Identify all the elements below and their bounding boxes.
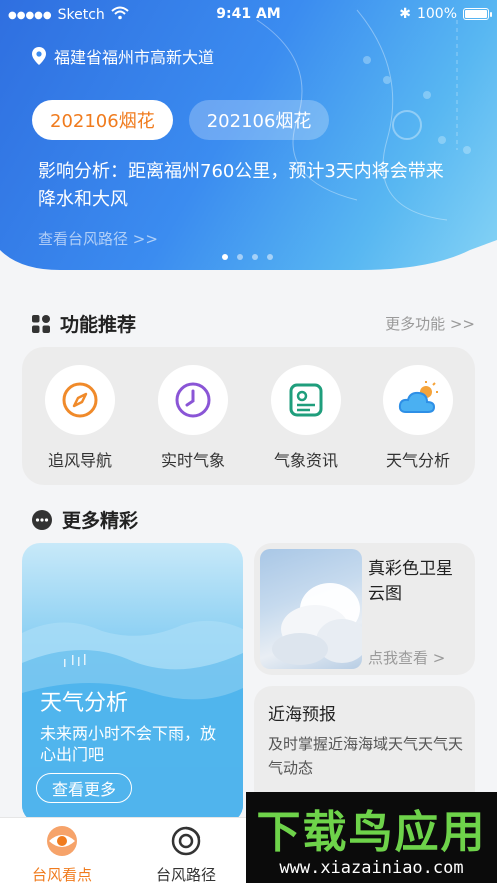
typhoon-tabs: 202106烟花 202106烟花: [32, 100, 330, 140]
feature-realtime-weather[interactable]: 实时气象: [137, 365, 249, 471]
watermark-brand: 下载鸟应用: [256, 807, 487, 858]
sea-card-desc: 及时掌握近海海域天气天气天气动态: [268, 735, 464, 777]
clock-icon: [175, 382, 211, 418]
battery-icon: [463, 8, 492, 20]
feature-icon-wrap: [45, 365, 115, 435]
typhoon-icon: [171, 826, 201, 856]
nav-label: 台风路径: [155, 866, 216, 883]
feature-label: 追风导航: [47, 451, 112, 470]
highlights-title: 更多精彩: [62, 510, 139, 532]
location-pin-icon: [32, 47, 46, 65]
feature-label: 天气分析: [385, 451, 450, 470]
weather-card-title: 天气分析: [40, 691, 129, 716]
news-icon: [289, 383, 323, 417]
bluetooth-icon: ✱: [399, 6, 411, 22]
satellite-cloud-card[interactable]: 真彩色卫星云图 点我查看 >: [254, 543, 475, 675]
tab-typhoon-active[interactable]: 202106烟花: [32, 100, 173, 140]
features-section-title: 功能推荐: [32, 310, 136, 337]
nav-typhoon-route[interactable]: 台风路径: [126, 824, 246, 883]
view-more-button[interactable]: 查看更多: [36, 773, 132, 803]
battery-percent: 100%: [416, 6, 457, 22]
location-text: 福建省福州市高新大道: [54, 48, 215, 67]
impact-analysis-text: 影响分析：距离福州760公里，预计3天内将会带来降水和大风: [38, 161, 444, 210]
weather-card-desc: 未来两小时不会下雨，放心出门吧: [40, 724, 217, 764]
weather-analysis-card[interactable]: 天气分析 未来两小时不会下雨，放心出门吧 查看更多: [22, 543, 243, 823]
watermark-logo: 下载鸟应用 www.xiazainiao.com: [246, 792, 497, 883]
compass-icon: [62, 382, 98, 418]
feature-weather-analysis[interactable]: 天气分析: [362, 365, 474, 471]
carousel-dot[interactable]: [237, 254, 243, 260]
sea-card-title: 近海预报: [268, 705, 336, 725]
feature-weather-news[interactable]: 气象资讯: [250, 365, 362, 471]
carousel-dot[interactable]: [222, 254, 228, 260]
feature-icon-wrap: [158, 365, 228, 435]
carousel-dot[interactable]: [252, 254, 258, 260]
highlights-section-title: 更多精彩: [32, 506, 138, 533]
feature-icon-wrap: [271, 365, 341, 435]
more-features-link[interactable]: 更多功能 >>: [385, 313, 475, 334]
features-title: 功能推荐: [60, 314, 137, 336]
more-dots-icon: [32, 509, 52, 530]
features-card: 追风导航 实时气象 气象资讯 天气分析: [22, 347, 475, 485]
feature-icon-wrap: [383, 365, 453, 435]
nav-typhoon-highlights[interactable]: 台风看点: [2, 824, 122, 883]
eye-icon: [47, 826, 77, 856]
sun-cloud-icon: [398, 381, 438, 413]
feature-chase-wind[interactable]: 追风导航: [24, 365, 136, 471]
nav-label: 台风看点: [31, 866, 92, 883]
location-row[interactable]: 福建省福州市高新大道: [32, 44, 214, 68]
status-bar: ●●●●● Sketch 9:41 AM ✱ 100%: [0, 6, 497, 28]
grid-icon: [32, 314, 50, 333]
cloud-image: [260, 549, 362, 669]
view-route-link[interactable]: 查看台风路径 >>: [38, 228, 158, 249]
tab-typhoon-inactive[interactable]: 202106烟花: [188, 100, 330, 140]
cloud-illustration: [272, 583, 362, 665]
satellite-card-title: 真彩色卫星云图: [368, 559, 453, 604]
carousel-indicator: [222, 254, 273, 260]
feature-label: 实时气象: [160, 451, 225, 470]
feature-label: 气象资讯: [273, 451, 338, 470]
watermark-url: www.xiazainiao.com: [279, 858, 464, 878]
carousel-dot[interactable]: [267, 254, 273, 260]
satellite-card-link[interactable]: 点我查看 >: [368, 647, 445, 668]
header-curve: [0, 240, 497, 320]
